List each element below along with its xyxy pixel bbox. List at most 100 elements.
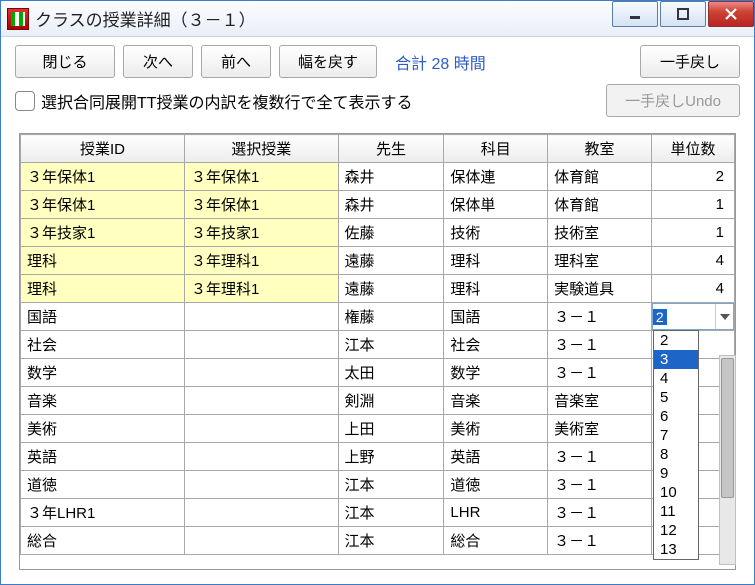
subject-cell[interactable]: 理科 — [444, 247, 548, 275]
table-row[interactable]: 総合江本総合３－１ — [21, 527, 735, 555]
table-row[interactable]: 美術上田美術美術室 — [21, 415, 735, 443]
select-lesson-cell[interactable]: ３年技家1 — [184, 219, 338, 247]
subject-cell[interactable]: 英語 — [444, 443, 548, 471]
units-cell[interactable]: 2 — [651, 303, 734, 331]
lesson-id-cell[interactable]: ３年技家1 — [21, 219, 185, 247]
scrollbar-thumb[interactable] — [721, 358, 734, 498]
column-header[interactable]: 選択授業 — [184, 135, 338, 163]
minimize-button[interactable] — [612, 1, 658, 27]
units-cell[interactable]: 4 — [651, 275, 734, 303]
room-cell[interactable]: 体育館 — [548, 163, 652, 191]
select-lesson-cell[interactable] — [184, 471, 338, 499]
room-cell[interactable]: 技術室 — [548, 219, 652, 247]
dropdown-option[interactable]: 12 — [654, 521, 698, 540]
dropdown-option[interactable]: 9 — [654, 464, 698, 483]
table-row[interactable]: 道徳江本道徳３－１ — [21, 471, 735, 499]
room-cell[interactable]: ３－１ — [548, 359, 652, 387]
teacher-cell[interactable]: 遠藤 — [338, 247, 444, 275]
dropdown-option[interactable]: 6 — [654, 407, 698, 426]
prev-button[interactable]: 前へ — [201, 45, 271, 78]
select-lesson-cell[interactable] — [184, 499, 338, 527]
dropdown-option[interactable]: 10 — [654, 483, 698, 502]
select-lesson-cell[interactable] — [184, 387, 338, 415]
table-row[interactable]: 英語上野英語３－１ — [21, 443, 735, 471]
maximize-button[interactable] — [660, 1, 706, 27]
table-row[interactable]: 社会江本社会３－１ — [21, 331, 735, 359]
dropdown-option[interactable]: 8 — [654, 445, 698, 464]
dropdown-option[interactable]: 5 — [654, 388, 698, 407]
select-lesson-cell[interactable]: ３年理科1 — [184, 275, 338, 303]
subject-cell[interactable]: 美術 — [444, 415, 548, 443]
chevron-down-icon[interactable] — [715, 304, 733, 329]
subject-cell[interactable]: 道徳 — [444, 471, 548, 499]
vertical-scrollbar[interactable] — [719, 355, 736, 565]
teacher-cell[interactable]: 江本 — [338, 331, 444, 359]
select-lesson-cell[interactable] — [184, 303, 338, 331]
room-cell[interactable]: ３－１ — [548, 443, 652, 471]
room-cell[interactable]: 実験道具 — [548, 275, 652, 303]
room-cell[interactable]: 美術室 — [548, 415, 652, 443]
table-row[interactable]: 理科３年理科1遠藤理科実験道具4 — [21, 275, 735, 303]
lesson-id-cell[interactable]: 国語 — [21, 303, 185, 331]
teacher-cell[interactable]: 佐藤 — [338, 219, 444, 247]
teacher-cell[interactable]: 権藤 — [338, 303, 444, 331]
lesson-id-cell[interactable]: 理科 — [21, 247, 185, 275]
lesson-id-cell[interactable]: 社会 — [21, 331, 185, 359]
room-cell[interactable]: ３－１ — [548, 303, 652, 331]
teacher-cell[interactable]: 遠藤 — [338, 275, 444, 303]
lesson-id-cell[interactable]: 英語 — [21, 443, 185, 471]
dropdown-option[interactable]: 13 — [654, 540, 698, 559]
select-lesson-cell[interactable]: ３年理科1 — [184, 247, 338, 275]
teacher-cell[interactable]: 太田 — [338, 359, 444, 387]
subject-cell[interactable]: 理科 — [444, 275, 548, 303]
units-cell[interactable]: 1 — [651, 191, 734, 219]
dropdown-option[interactable]: 7 — [654, 426, 698, 445]
dropdown-option[interactable]: 4 — [654, 369, 698, 388]
select-lesson-cell[interactable] — [184, 443, 338, 471]
column-header[interactable]: 単位数 — [651, 135, 734, 163]
lesson-id-cell[interactable]: 総合 — [21, 527, 185, 555]
room-cell[interactable]: ３－１ — [548, 499, 652, 527]
next-button[interactable]: 次へ — [123, 45, 193, 78]
dropdown-option[interactable]: 3 — [654, 350, 698, 369]
subject-cell[interactable]: 技術 — [444, 219, 548, 247]
teacher-cell[interactable]: 江本 — [338, 527, 444, 555]
select-lesson-cell[interactable] — [184, 359, 338, 387]
room-cell[interactable]: 音楽室 — [548, 387, 652, 415]
subject-cell[interactable]: 音楽 — [444, 387, 548, 415]
dropdown-option[interactable]: 2 — [654, 331, 698, 350]
units-cell[interactable]: 4 — [651, 247, 734, 275]
select-lesson-cell[interactable]: ３年保体1 — [184, 163, 338, 191]
column-header[interactable]: 先生 — [338, 135, 444, 163]
teacher-cell[interactable]: 剣淵 — [338, 387, 444, 415]
subject-cell[interactable]: 保体単 — [444, 191, 548, 219]
column-header[interactable]: 教室 — [548, 135, 652, 163]
teacher-cell[interactable]: 上野 — [338, 443, 444, 471]
select-lesson-cell[interactable]: ３年保体1 — [184, 191, 338, 219]
table-row[interactable]: 数学太田数学３－１ — [21, 359, 735, 387]
lesson-id-cell[interactable]: ３年LHR1 — [21, 499, 185, 527]
close-dialog-button[interactable]: 閉じる — [15, 45, 115, 78]
data-grid[interactable]: 授業ID選択授業先生科目教室単位数 ３年保体1３年保体1森井保体連体育館2３年保… — [19, 133, 736, 570]
table-row[interactable]: 音楽剣淵音楽音楽室 — [21, 387, 735, 415]
room-cell[interactable]: 体育館 — [548, 191, 652, 219]
select-lesson-cell[interactable] — [184, 415, 338, 443]
subject-cell[interactable]: 社会 — [444, 331, 548, 359]
teacher-cell[interactable]: 森井 — [338, 163, 444, 191]
dropdown-option[interactable]: 11 — [654, 502, 698, 521]
teacher-cell[interactable]: 江本 — [338, 499, 444, 527]
table-row[interactable]: 国語権藤国語３－１2 — [21, 303, 735, 331]
subject-cell[interactable]: 保体連 — [444, 163, 548, 191]
table-row[interactable]: ３年保体1３年保体1森井保体単体育館1 — [21, 191, 735, 219]
column-header[interactable]: 科目 — [444, 135, 548, 163]
lesson-id-cell[interactable]: 道徳 — [21, 471, 185, 499]
lesson-id-cell[interactable]: 美術 — [21, 415, 185, 443]
lesson-id-cell[interactable]: ３年保体1 — [21, 191, 185, 219]
teacher-cell[interactable]: 上田 — [338, 415, 444, 443]
lesson-id-cell[interactable]: 数学 — [21, 359, 185, 387]
close-button[interactable] — [708, 1, 754, 27]
lesson-id-cell[interactable]: 理科 — [21, 275, 185, 303]
select-lesson-cell[interactable] — [184, 527, 338, 555]
subject-cell[interactable]: 総合 — [444, 527, 548, 555]
room-cell[interactable]: ３－１ — [548, 331, 652, 359]
